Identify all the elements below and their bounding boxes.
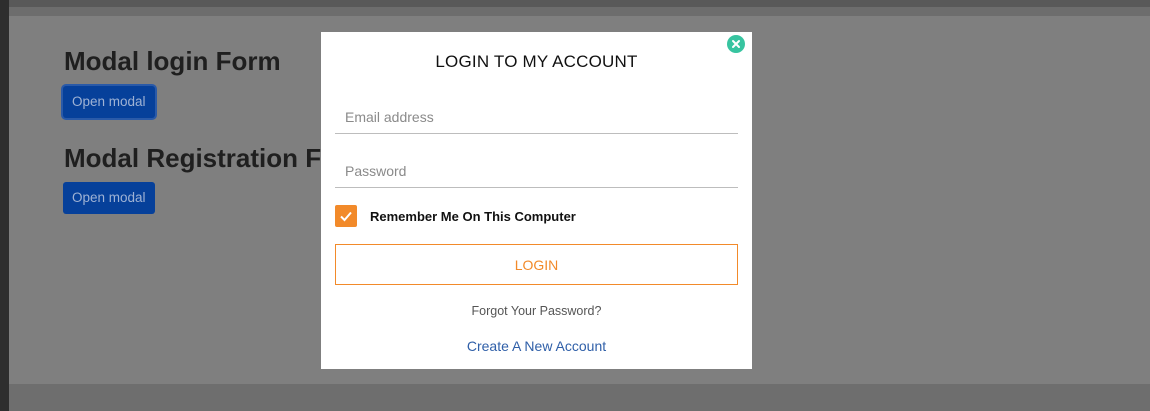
- forgot-password-link[interactable]: Forgot Your Password?: [321, 304, 752, 318]
- modal-title: LOGIN TO MY ACCOUNT: [435, 52, 638, 71]
- window-left-edge: [0, 0, 9, 411]
- page-footer-area: [9, 384, 1150, 411]
- open-registration-modal-button[interactable]: Open modal: [63, 182, 155, 214]
- login-button[interactable]: LOGIN: [335, 244, 738, 285]
- password-input[interactable]: [335, 154, 738, 188]
- create-account-link[interactable]: Create A New Account: [321, 338, 752, 354]
- remember-me-checkbox[interactable]: [335, 205, 357, 227]
- remember-me-label: Remember Me On This Computer: [370, 209, 576, 224]
- open-login-modal-button[interactable]: Open modal: [63, 86, 155, 118]
- window-top-bar: [0, 0, 1150, 7]
- login-form-heading: Modal login Form: [64, 46, 281, 76]
- email-input[interactable]: [335, 100, 738, 134]
- login-modal: LOGIN TO MY ACCOUNT Remember Me On This …: [321, 32, 752, 369]
- close-icon[interactable]: [727, 35, 745, 53]
- checkmark-icon: [340, 211, 352, 222]
